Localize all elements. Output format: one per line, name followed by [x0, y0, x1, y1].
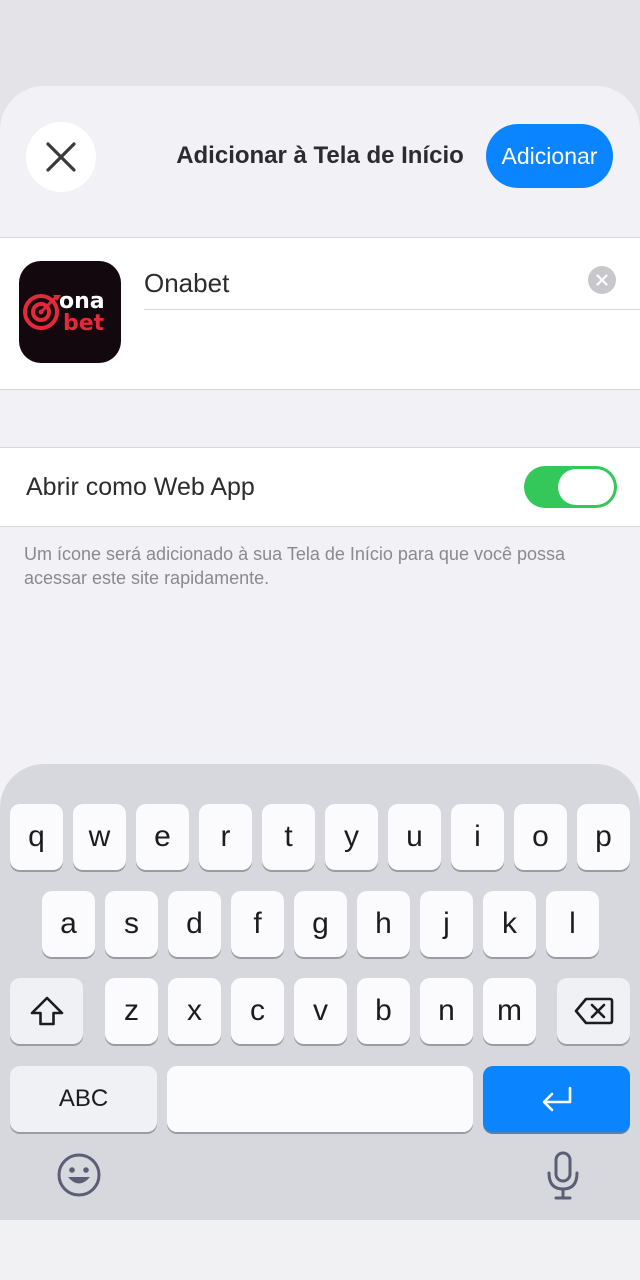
key-n[interactable]: n	[420, 978, 473, 1044]
svg-text:bet: bet	[63, 311, 105, 336]
key-h[interactable]: h	[357, 891, 410, 957]
key-c[interactable]: c	[231, 978, 284, 1044]
keyboard: q w e r t y u i o p a s d f g h j k l z …	[0, 764, 640, 1220]
add-button[interactable]: Adicionar	[486, 124, 613, 188]
space-key[interactable]	[167, 1066, 473, 1132]
return-key[interactable]	[483, 1066, 630, 1132]
key-i[interactable]: i	[451, 804, 504, 870]
key-q[interactable]: q	[10, 804, 63, 870]
shift-icon	[30, 996, 63, 1026]
clear-text-button[interactable]	[588, 266, 616, 294]
toggle-knob	[558, 469, 614, 505]
app-icon: ona bet	[19, 261, 121, 363]
app-card: ona bet Onabet	[0, 237, 640, 390]
key-v[interactable]: v	[294, 978, 347, 1044]
web-app-toggle[interactable]	[524, 466, 617, 508]
emoji-button[interactable]	[56, 1152, 102, 1198]
dictation-button[interactable]	[545, 1151, 581, 1201]
key-a[interactable]: a	[42, 891, 95, 957]
key-l[interactable]: l	[546, 891, 599, 957]
delete-icon	[574, 997, 613, 1025]
key-p[interactable]: p	[577, 804, 630, 870]
abc-key[interactable]: ABC	[10, 1066, 157, 1132]
app-name-input[interactable]: Onabet	[144, 262, 640, 310]
footnote-text: Um ícone será adicionado à sua Tela de I…	[24, 544, 566, 588]
return-icon	[542, 1086, 571, 1112]
delete-key[interactable]	[557, 978, 630, 1044]
web-app-row: Abrir como Web App	[0, 447, 640, 527]
key-s[interactable]: s	[105, 891, 158, 957]
key-j[interactable]: j	[420, 891, 473, 957]
emoji-icon	[57, 1153, 101, 1197]
key-g[interactable]: g	[294, 891, 347, 957]
key-k[interactable]: k	[483, 891, 536, 957]
web-app-label: Abrir como Web App	[26, 473, 255, 501]
microphone-icon	[547, 1151, 579, 1200]
key-x[interactable]: x	[168, 978, 221, 1044]
clear-icon	[596, 274, 608, 286]
key-r[interactable]: r	[199, 804, 252, 870]
key-f[interactable]: f	[231, 891, 284, 957]
key-z[interactable]: z	[105, 978, 158, 1044]
key-e[interactable]: e	[136, 804, 189, 870]
shift-key[interactable]	[10, 978, 83, 1044]
key-y[interactable]: y	[325, 804, 378, 870]
key-o[interactable]: o	[514, 804, 567, 870]
key-m[interactable]: m	[483, 978, 536, 1044]
key-u[interactable]: u	[388, 804, 441, 870]
key-b[interactable]: b	[357, 978, 410, 1044]
key-d[interactable]: d	[168, 891, 221, 957]
bottom-bar	[0, 1221, 640, 1280]
app-name-value: Onabet	[144, 268, 230, 298]
key-w[interactable]: w	[73, 804, 126, 870]
key-t[interactable]: t	[262, 804, 315, 870]
